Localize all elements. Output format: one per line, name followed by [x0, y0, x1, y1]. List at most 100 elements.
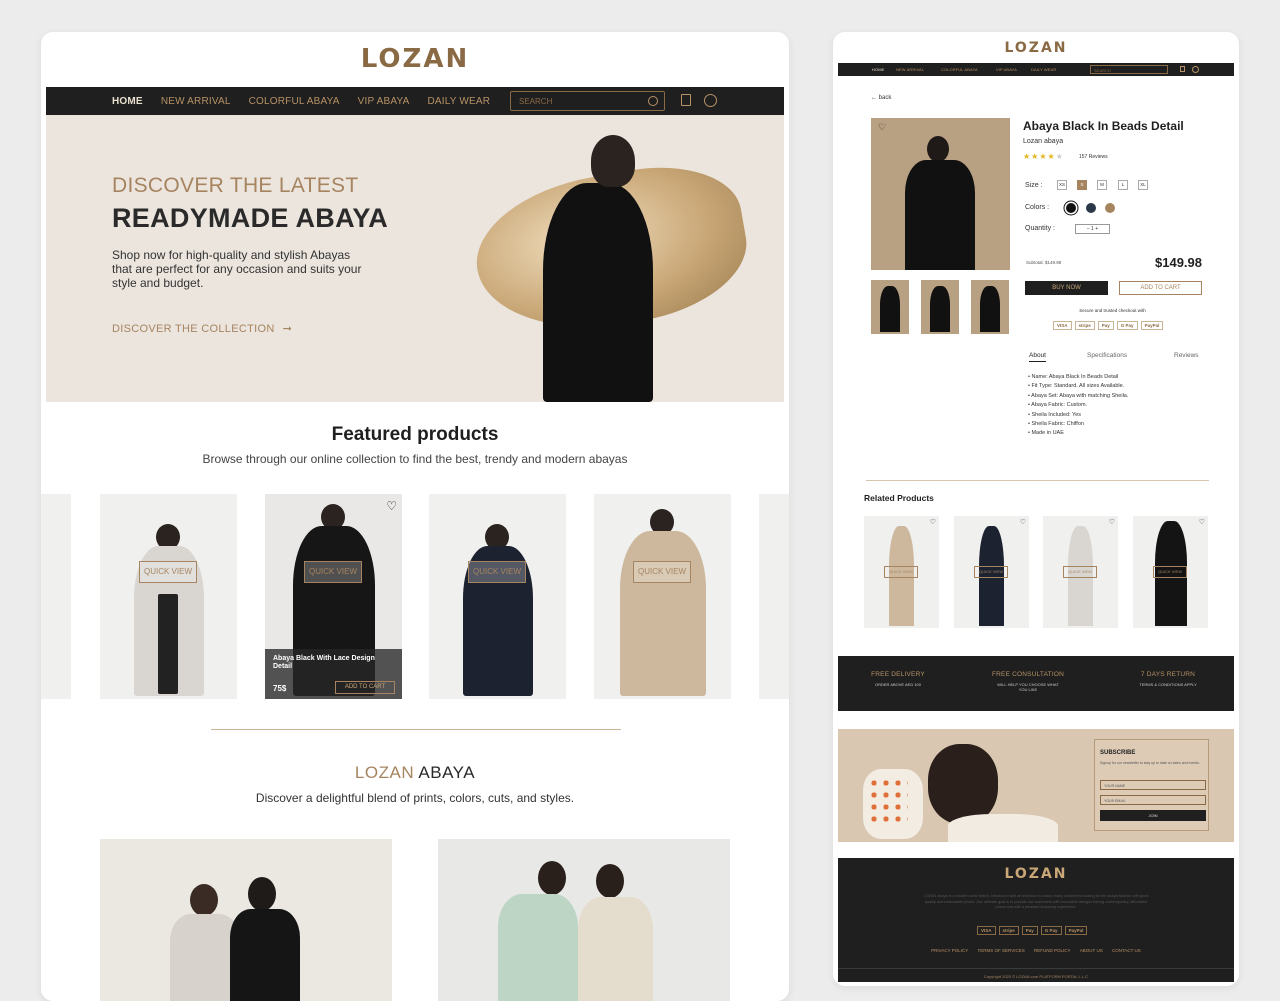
join-button[interactable]: JOIN: [1100, 810, 1206, 821]
nav-daily-wear[interactable]: DAILY WEAR: [427, 96, 490, 107]
size-option-xs[interactable]: XS: [1057, 180, 1067, 190]
quantity-stepper[interactable]: – 1 +: [1075, 224, 1110, 234]
product-card[interactable]: QUICK VIEW: [429, 494, 566, 699]
nav-daily-wear[interactable]: DAILY WEAR: [1031, 67, 1056, 72]
color-swatch-navy[interactable]: [1086, 203, 1096, 213]
color-swatch-beige[interactable]: [1105, 203, 1115, 213]
product-card[interactable]: [41, 494, 71, 699]
nav-colorful-abaya[interactable]: COLORFUL ABAYA: [941, 67, 978, 72]
nav-new-arrival[interactable]: NEW ARRIVAL: [896, 67, 924, 72]
product-thumbnail[interactable]: [871, 280, 909, 334]
privacy-policy-link[interactable]: PRIVACY POLICY: [931, 948, 968, 953]
product-name: Abaya Black With Lace Design Detail: [273, 655, 375, 670]
product-card[interactable]: QUICK VIEW: [594, 494, 731, 699]
wishlist-heart-icon[interactable]: ♡: [1109, 518, 1115, 526]
size-option-m[interactable]: M: [1097, 180, 1107, 190]
footer-logo[interactable]: LOZAN: [838, 866, 1234, 882]
quick-view-button[interactable]: QUICK VIEW: [633, 561, 691, 583]
size-option-xl[interactable]: XL: [1138, 180, 1148, 190]
search-input[interactable]: SEARCH: [1090, 65, 1168, 74]
quick-view-button[interactable]: QUICK VIEW: [1063, 566, 1097, 578]
product-main-image: ♡: [871, 118, 1010, 270]
product-thumbnail[interactable]: [971, 280, 1009, 334]
collection-image[interactable]: [438, 839, 730, 1001]
related-product-card[interactable]: ♡ QUICK VIEW: [864, 516, 939, 628]
user-account-icon[interactable]: [704, 94, 717, 107]
copyright: Copyright 2023 © LOZAN.com PLATFORM PORT…: [983, 974, 1089, 979]
lozan-abaya-subtitle: Discover a delightful blend of prints, c…: [255, 791, 575, 805]
quick-view-button[interactable]: QUICK VIEW: [974, 566, 1008, 578]
add-to-cart-button[interactable]: ADD TO CART: [1119, 281, 1202, 295]
nav-colorful-abaya[interactable]: COLORFUL ABAYA: [249, 96, 340, 107]
product-thumbnail[interactable]: [921, 280, 959, 334]
footer-divider: [838, 968, 1234, 969]
tab-about[interactable]: About: [1029, 352, 1046, 362]
wishlist-heart-icon[interactable]: ♡: [878, 122, 886, 133]
about-us-link[interactable]: ABOUT US: [1080, 948, 1103, 953]
wishlist-heart-icon[interactable]: ♡: [1199, 518, 1205, 526]
name-field[interactable]: YOUR NAME: [1100, 780, 1206, 790]
search-input[interactable]: SEARCH: [510, 91, 665, 111]
buy-now-button[interactable]: BUY NOW: [1025, 281, 1108, 295]
footer-about-text: LOZAN abaya is a modern wear brand, intr…: [923, 894, 1149, 909]
search-icon[interactable]: [648, 96, 658, 106]
subscribe-text: Signup for our newsletter to stay up to …: [1100, 761, 1200, 765]
quick-view-button[interactable]: QUICK VIEW: [304, 561, 362, 583]
refund-policy-link[interactable]: REFUND POLICY: [1034, 948, 1071, 953]
collection-image[interactable]: [100, 839, 392, 1001]
discover-collection-link[interactable]: DISCOVER THE COLLECTION ➞: [112, 322, 292, 335]
user-account-icon[interactable]: [1192, 66, 1199, 73]
footer-links: PRIVACY POLICY TERMS OF SERVICES REFUND …: [838, 948, 1234, 953]
google-pay-icon: G Pay: [1116, 321, 1138, 330]
quick-view-button[interactable]: QUICK VIEW: [139, 561, 197, 583]
related-product-card[interactable]: ♡ QUICK VIEW: [954, 516, 1029, 628]
product-card[interactable]: [759, 494, 789, 699]
size-option-l[interactable]: L: [1118, 180, 1128, 190]
nav-vip-abaya[interactable]: VIP ABAYA: [996, 67, 1017, 72]
tab-specifications[interactable]: Specifications: [1087, 352, 1127, 359]
color-swatch-black[interactable]: [1066, 203, 1076, 213]
stripe-icon: stripe: [998, 926, 1019, 935]
nav-vip-abaya[interactable]: VIP ABAYA: [358, 96, 410, 107]
arrow-right-icon: ➞: [282, 323, 293, 335]
shopping-bag-icon[interactable]: [1180, 66, 1185, 72]
nav-home[interactable]: HOME: [112, 96, 143, 107]
contact-us-link[interactable]: CONTACT US: [1112, 948, 1141, 953]
hero-model-head: [591, 135, 635, 187]
wishlist-heart-icon[interactable]: ♡: [1020, 518, 1026, 526]
nav-new-arrival[interactable]: NEW ARRIVAL: [161, 96, 231, 107]
quick-view-button[interactable]: QUICK VIEW: [468, 561, 526, 583]
size-label: Size :: [1025, 182, 1043, 189]
back-link[interactable]: ← back: [871, 95, 891, 101]
terms-link[interactable]: TERMS OF SERVICES: [978, 948, 1025, 953]
site-logo[interactable]: LOZAN: [41, 44, 789, 74]
rating-stars: ★★★★★: [1023, 152, 1064, 161]
quick-view-button[interactable]: QUICK VIEW: [1153, 566, 1187, 578]
spec-item: Made in UAE: [1028, 429, 1128, 438]
section-divider: [211, 729, 621, 730]
paypal-icon: PayPal: [1140, 321, 1164, 330]
tab-reviews[interactable]: Reviews: [1174, 352, 1199, 359]
product-title: Abaya Black In Beads Detail: [1023, 119, 1184, 133]
newsletter-model-image: [928, 744, 998, 824]
add-to-cart-button[interactable]: ADD TO CART: [335, 681, 395, 694]
related-product-card[interactable]: ♡ QUICK VIEW: [1043, 516, 1118, 628]
wishlist-heart-icon[interactable]: ♡: [386, 499, 397, 513]
search-placeholder: SEARCH: [519, 97, 553, 106]
hero-model-image: [543, 183, 653, 402]
wishlist-heart-icon[interactable]: ♡: [930, 518, 936, 526]
spec-item: Name: Abaya Black In Beads Detail: [1028, 373, 1128, 382]
shopping-bag-icon[interactable]: [681, 94, 691, 106]
product-card[interactable]: QUICK VIEW: [100, 494, 237, 699]
reviews-count[interactable]: 157 Reviews: [1079, 154, 1108, 160]
hero-heading-line1: DISCOVER THE LATEST: [112, 174, 359, 197]
features-band: FREE DELIVERY ORDER ABOVE AED 100 FREE C…: [838, 656, 1234, 711]
size-option-s[interactable]: S: [1077, 180, 1087, 190]
product-card-hovered[interactable]: ♡ QUICK VIEW Abaya Black With Lace Desig…: [265, 494, 402, 699]
related-product-card[interactable]: ♡ QUICK VIEW: [1133, 516, 1208, 628]
email-field[interactable]: YOUR EMAIL: [1100, 795, 1206, 805]
site-logo[interactable]: LOZAN: [833, 40, 1239, 56]
visa-icon: VISA: [977, 926, 996, 935]
quick-view-button[interactable]: QUICK VIEW: [884, 566, 918, 578]
nav-home[interactable]: HOME: [872, 67, 884, 72]
